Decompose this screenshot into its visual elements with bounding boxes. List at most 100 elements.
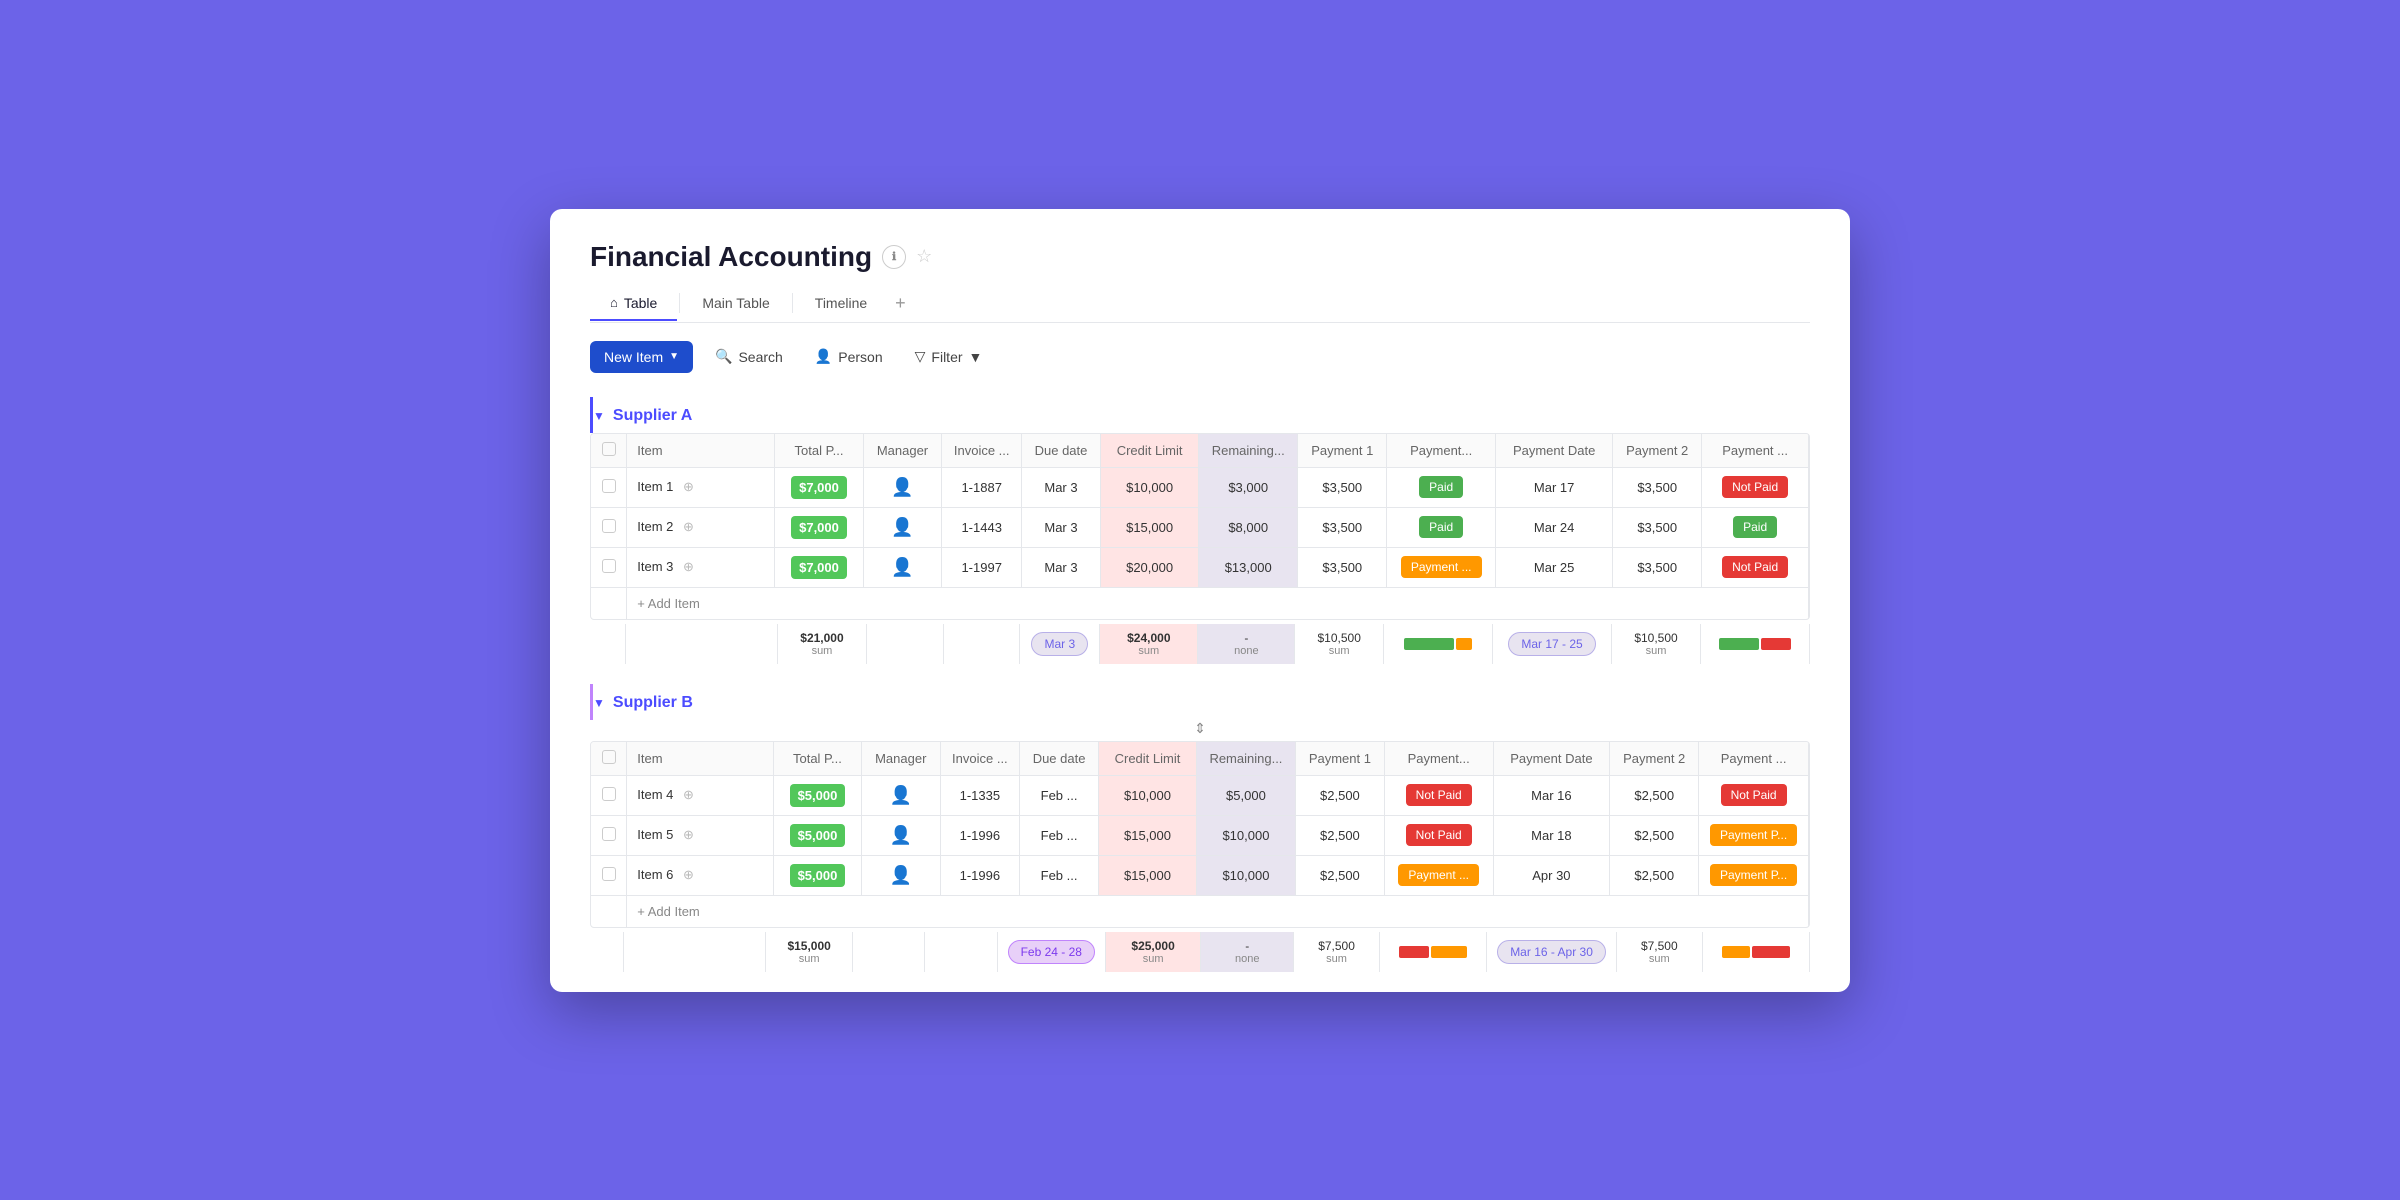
row-manager[interactable]: 👤 (861, 855, 940, 895)
row-invoice: 1-1887 (942, 467, 1022, 507)
row-paystat2[interactable]: Not Paid (1702, 547, 1809, 587)
col-paystat1-b: Payment... (1384, 742, 1493, 776)
add-person-icon[interactable]: ⊕ (683, 827, 694, 842)
info-icon[interactable]: ℹ (882, 245, 906, 269)
add-tab-button[interactable]: + (887, 285, 914, 322)
row-item: Item 4 ⊕ (627, 775, 774, 815)
add-item-button[interactable]: + Add Item (627, 587, 1809, 619)
col-invoice-a: Invoice ... (942, 434, 1022, 468)
table-icon: ⌂ (610, 295, 618, 310)
add-item-button[interactable]: + Add Item (627, 895, 1809, 927)
tab-main-table[interactable]: Main Table (682, 287, 789, 321)
row-paystat1[interactable]: Not Paid (1384, 815, 1493, 855)
row-total: $7,000 (775, 547, 863, 587)
row-paydate: Mar 16 (1493, 775, 1610, 815)
row-paystat2[interactable]: Not Paid (1699, 775, 1809, 815)
page-header: Financial Accounting ℹ ☆ (590, 241, 1810, 273)
row-item: Item 3 ⊕ (627, 547, 775, 587)
new-item-button[interactable]: New Item ▼ (590, 341, 693, 373)
row-due: Feb ... (1020, 775, 1099, 815)
add-person-icon[interactable]: ⊕ (683, 787, 694, 802)
col-check-b (591, 742, 627, 776)
row-total: $5,000 (774, 855, 862, 895)
row-pay2: $2,500 (1610, 855, 1699, 895)
row-manager[interactable]: 👤 (861, 775, 940, 815)
row-item: Item 1 ⊕ (627, 467, 775, 507)
row-paystat2[interactable]: Paid (1702, 507, 1809, 547)
col-due-a: Due date (1021, 434, 1100, 468)
row-pay2: $2,500 (1610, 815, 1699, 855)
table-row: Item 6 ⊕ $5,000 👤 1-1996 Feb ... $15,000… (591, 855, 1809, 895)
table-row: Item 3 ⊕ $7,000 👤 1-1997 Mar 3 $20,000 $… (591, 547, 1809, 587)
row-remaining: $8,000 (1199, 507, 1298, 547)
row-paystat2[interactable]: Payment P... (1699, 855, 1809, 895)
supplier-b-table: Item Total P... Manager Invoice ... Due … (590, 741, 1810, 928)
col-remaining-a: Remaining... (1199, 434, 1298, 468)
row-item: Item 2 ⊕ (627, 507, 775, 547)
tab-timeline[interactable]: Timeline (795, 287, 887, 321)
supplier-a-table: Item Total P... Manager Invoice ... Due … (590, 433, 1810, 620)
col-paystat1-a: Payment... (1387, 434, 1496, 468)
row-credit: $15,000 (1101, 507, 1199, 547)
row-pay1: $2,500 (1295, 815, 1384, 855)
row-paystat1[interactable]: Not Paid (1384, 775, 1493, 815)
manager-avatar: 👤 (890, 825, 912, 845)
row-due: Feb ... (1020, 815, 1099, 855)
row-remaining: $5,000 (1196, 775, 1295, 815)
row-paystat2[interactable]: Payment P... (1699, 815, 1809, 855)
row-paydate: Apr 30 (1493, 855, 1610, 895)
row-credit: $15,000 (1099, 855, 1197, 895)
row-item: Item 6 ⊕ (627, 855, 774, 895)
add-person-icon[interactable]: ⊕ (683, 519, 694, 534)
supplier-b-header[interactable]: ▼ Supplier B (590, 684, 1810, 720)
row-check[interactable] (591, 467, 627, 507)
row-manager[interactable]: 👤 (861, 815, 940, 855)
col-due-b: Due date (1020, 742, 1099, 776)
row-check[interactable] (591, 815, 627, 855)
select-all-a[interactable] (602, 442, 616, 456)
row-paydate: Mar 24 (1496, 507, 1613, 547)
add-item-row[interactable]: + Add Item (591, 895, 1809, 927)
row-pay1: $2,500 (1295, 775, 1384, 815)
row-paystat1[interactable]: Payment ... (1384, 855, 1493, 895)
row-check[interactable] (591, 547, 627, 587)
person-icon: 👤 (815, 348, 832, 365)
resize-handle[interactable]: ⇕ (590, 720, 1810, 737)
row-paydate: Mar 17 (1496, 467, 1613, 507)
row-invoice: 1-1996 (940, 855, 1019, 895)
select-all-b[interactable] (602, 750, 616, 764)
row-credit: $15,000 (1099, 815, 1197, 855)
filter-button[interactable]: ▽ Filter ▼ (905, 342, 993, 371)
add-item-row[interactable]: + Add Item (591, 587, 1809, 619)
app-window: Financial Accounting ℹ ☆ ⌂ Table Main Ta… (550, 209, 1850, 992)
row-paystat1[interactable]: Paid (1387, 507, 1496, 547)
tab-table[interactable]: ⌂ Table (590, 287, 677, 321)
supplier-b-pay2-bar (1713, 946, 1799, 958)
col-paystat2-a: Payment ... (1702, 434, 1809, 468)
row-manager[interactable]: 👤 (863, 507, 942, 547)
add-person-icon[interactable]: ⊕ (683, 559, 694, 574)
search-button[interactable]: 🔍 Search (705, 342, 793, 371)
person-button[interactable]: 👤 Person (805, 342, 893, 371)
favorite-button[interactable]: ☆ (916, 246, 932, 267)
add-person-icon[interactable]: ⊕ (683, 867, 694, 882)
row-check[interactable] (591, 507, 627, 547)
row-check[interactable] (591, 855, 627, 895)
row-manager[interactable]: 👤 (863, 547, 942, 587)
col-pay2-a: Payment 2 (1613, 434, 1702, 468)
add-person-icon[interactable]: ⊕ (683, 479, 694, 494)
row-paystat1[interactable]: Paid (1387, 467, 1496, 507)
row-paystat2[interactable]: Not Paid (1702, 467, 1809, 507)
table-row: Item 1 ⊕ $7,000 👤 1-1887 Mar 3 $10,000 $… (591, 467, 1809, 507)
supplier-a-header[interactable]: ▼ Supplier A (590, 397, 1810, 433)
row-manager[interactable]: 👤 (863, 467, 942, 507)
col-credit-b: Credit Limit (1099, 742, 1197, 776)
row-invoice: 1-1997 (942, 547, 1022, 587)
row-remaining: $10,000 (1196, 855, 1295, 895)
col-remaining-b: Remaining... (1196, 742, 1295, 776)
row-paystat1[interactable]: Payment ... (1387, 547, 1496, 587)
row-due: Feb ... (1020, 855, 1099, 895)
supplier-a-collapse-icon: ▼ (593, 409, 605, 423)
row-check[interactable] (591, 775, 627, 815)
manager-avatar: 👤 (890, 785, 912, 805)
